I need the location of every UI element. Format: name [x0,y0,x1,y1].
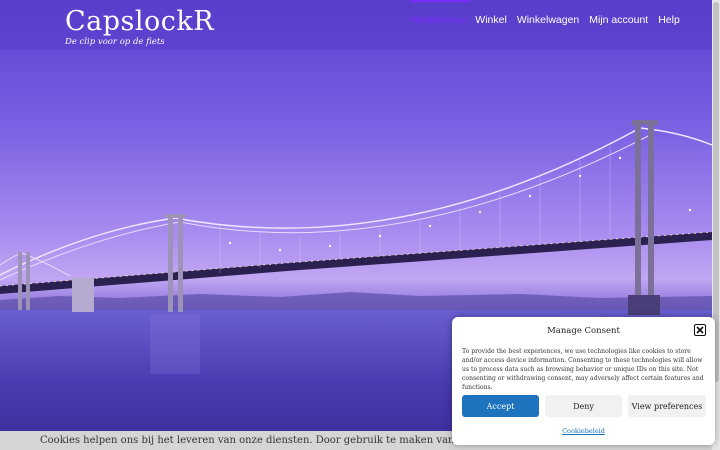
nav-item-help[interactable]: Help [653,0,685,40]
nav-item-hoofdmenu[interactable]: Hoofdmenu [411,0,471,40]
close-button[interactable] [694,324,706,336]
cookie-policy-link[interactable]: Cookiebeleid [452,427,715,435]
accept-button[interactable]: Accept [462,395,539,417]
deny-button[interactable]: Deny [545,395,622,417]
site-tagline: De clip voor op de fiets [65,37,165,47]
nav-item-mijn-account[interactable]: Mijn account [584,0,653,40]
view-preferences-button[interactable]: View preferences [628,395,706,417]
nav-item-winkelwagen[interactable]: Winkelwagen [512,0,584,40]
consent-dialog: Manage Consent To provide the best exper… [452,317,715,445]
main-nav: Hoofdmenu Winkel Winkelwagen Mijn accoun… [411,0,685,40]
site-header: CapslockR De clip voor op de fiets Hoofd… [0,0,712,50]
site-title[interactable]: CapslockR [65,6,214,37]
nav-item-winkel[interactable]: Winkel [470,0,512,40]
close-icon [696,326,704,334]
consent-title: Manage Consent [547,326,620,336]
consent-body: To provide the best experiences, we use … [462,348,704,391]
